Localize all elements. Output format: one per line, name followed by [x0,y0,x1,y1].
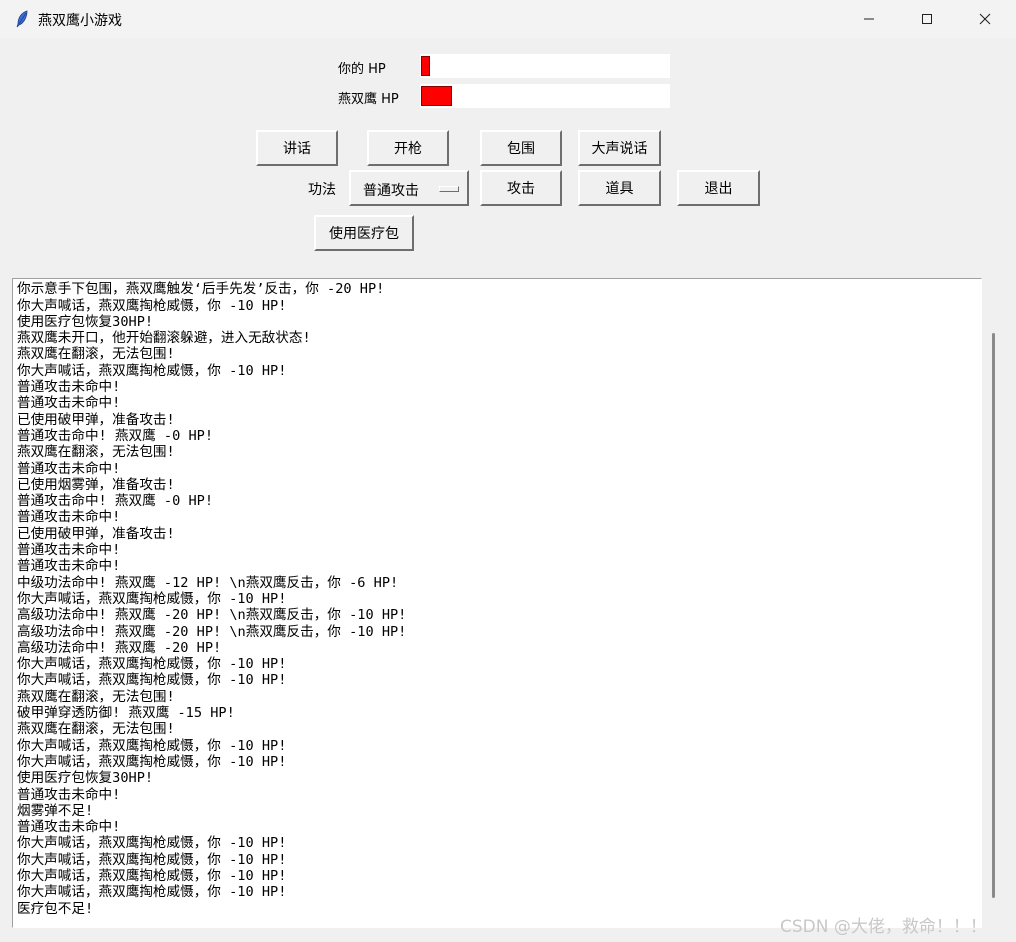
log-line: 你大声喊话，燕双鹰掏枪威慑，你 -10 HP! [17,835,287,852]
minimize-button[interactable] [840,0,898,38]
log-line: 普通攻击未命中! [17,558,121,575]
log-line: 烟雾弹不足! [17,802,94,819]
shoot-button[interactable]: 开枪 [367,130,449,166]
log-line: 你大声喊话，燕双鹰掏枪威慑，你 -10 HP! [17,656,287,673]
close-button[interactable] [956,0,1014,38]
method-label: 功法 [308,182,336,198]
log-line: 普通攻击未命中! [17,819,121,836]
method-selected-value: 普通攻击 [363,183,419,199]
enemy-hp-bar [420,84,670,108]
log-line: 普通攻击未命中! [17,395,121,412]
attack-button[interactable]: 攻击 [480,170,562,206]
feather-icon [14,10,30,28]
log-line: 你大声喊话，燕双鹰掏枪威慑，你 -10 HP! [17,672,287,689]
log-line: 破甲弹穿透防御! 燕双鹰 -15 HP! [17,705,235,722]
option-menu-indicator-icon [439,186,459,192]
log-line: 你大声喊话，燕双鹰掏枪威慑，你 -10 HP! [17,362,287,379]
log-line: 燕双鹰在翻滚，无法包围! [17,346,175,363]
player-hp-label: 你的 HP [338,62,386,77]
log-line: 你大声喊话，燕双鹰掏枪威慑，你 -10 HP! [17,297,287,314]
log-scrollbar[interactable] [984,278,1002,928]
battle-log-lines: 你开枪了……但燕双鹰躲过了！枪已空。你示意手下包围，燕双鹰触发‘后手先发’反击，… [17,279,407,917]
item-button[interactable]: 道具 [578,170,661,206]
title-bar: 燕双鹰小游戏 [0,0,1016,38]
log-line: 普通攻击未命中! [17,509,121,526]
log-line: 普通攻击未命中! [17,460,121,477]
log-line: 你大声喊话，燕双鹰掏枪威慑，你 -10 HP! [17,590,287,607]
log-line: 已使用破甲弹，准备攻击! [17,411,175,428]
log-line: 使用医疗包恢复30HP! [17,770,154,787]
log-line: 使用医疗包恢复30HP! [17,313,154,330]
log-line: 燕双鹰在翻滚，无法包围! [17,444,175,461]
log-line: 高级功法命中! 燕双鹰 -20 HP! [17,639,222,656]
minimize-icon [863,10,875,29]
player-hp-bar [420,54,670,78]
shout-button[interactable]: 大声说话 [578,130,661,166]
log-line: 中级功法命中! 燕双鹰 -12 HP! \n燕双鹰反击，你 -6 HP! [17,574,399,591]
log-line: 高级功法命中! 燕双鹰 -20 HP! \n燕双鹰反击，你 -10 HP! [17,607,407,624]
enemy-hp-fill [421,86,452,106]
enemy-hp-label: 燕双鹰 HP [338,92,399,107]
maximize-icon [921,10,933,29]
log-line: 已使用烟雾弹，准备攻击! [17,476,175,493]
log-line: 普通攻击未命中! [17,542,121,559]
log-line: 你大声喊话，燕双鹰掏枪威慑，你 -10 HP! [17,753,287,770]
log-line: 普通攻击命中! 燕双鹰 -0 HP! [17,493,214,510]
player-hp-fill [421,56,430,76]
talk-button[interactable]: 讲话 [256,130,338,166]
window-title: 燕双鹰小游戏 [38,13,122,29]
log-line: 高级功法命中! 燕双鹰 -20 HP! \n燕双鹰反击，你 -10 HP! [17,623,407,640]
log-scrollbar-thumb[interactable] [992,333,995,898]
log-line: 燕双鹰未开口，他开始翻滚躲避，进入无敌状态! [17,330,311,347]
log-line: 你大声喊话，燕双鹰掏枪威慑，你 -10 HP! [17,851,287,868]
use-medkit-button[interactable]: 使用医疗包 [314,215,414,251]
battle-log[interactable]: 你开枪了……但燕双鹰躲过了！枪已空。你示意手下包围，燕双鹰触发‘后手先发’反击，… [12,278,982,928]
log-line: 燕双鹰在翻滚，无法包围! [17,688,175,705]
exit-button[interactable]: 退出 [677,170,760,206]
log-line: 燕双鹰在翻滚，无法包围! [17,721,175,738]
log-line: 医疗包不足! [17,900,94,917]
maximize-button[interactable] [898,0,956,38]
log-line: 你大声喊话，燕双鹰掏枪威慑，你 -10 HP! [17,867,287,884]
log-line: 你大声喊话，燕双鹰掏枪威慑，你 -10 HP! [17,737,287,754]
log-line: 你大声喊话，燕双鹰掏枪威慑，你 -10 HP! [17,884,287,901]
watermark: CSDN @大佬，救命！！！ [780,917,987,937]
log-line: 普通攻击未命中! [17,786,121,803]
log-line: 已使用破甲弹，准备攻击! [17,525,175,542]
surround-button[interactable]: 包围 [480,130,562,166]
log-line: 你示意手下包围，燕双鹰触发‘后手先发’反击，你 -20 HP! [17,281,385,298]
method-select[interactable]: 普通攻击 [349,170,469,206]
log-line: 普通攻击未命中! [17,379,121,396]
log-line: 普通攻击命中! 燕双鹰 -0 HP! [17,427,214,444]
close-icon [979,10,991,29]
